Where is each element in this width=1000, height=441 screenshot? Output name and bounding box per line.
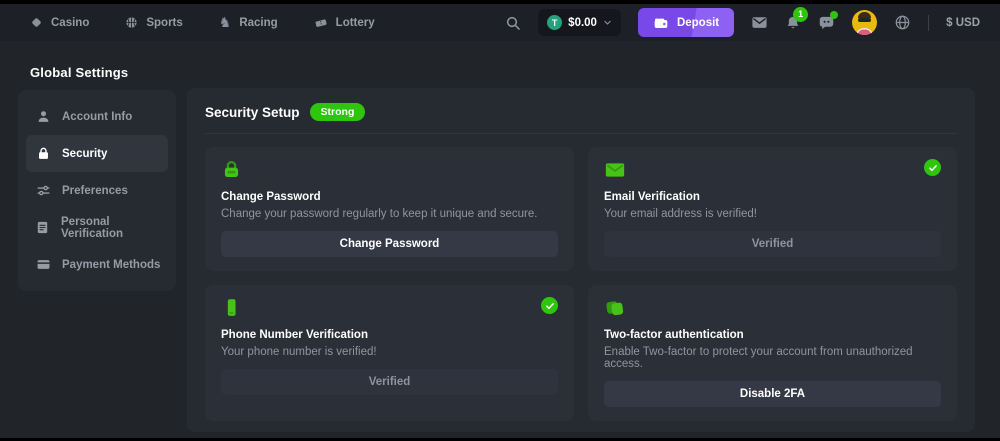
email-verification-card: Email Verification Your email address is…: [588, 147, 957, 271]
chevron-down-icon: [603, 18, 612, 27]
credit-card-icon: [35, 257, 51, 272]
nav-link-label: Lottery: [336, 17, 375, 29]
verified-check-icon: [541, 297, 558, 314]
ticket-icon: [314, 16, 328, 30]
card-description: Change your password regularly to keep i…: [221, 208, 558, 220]
balance-selector[interactable]: T $0.00: [538, 9, 621, 36]
card-description: Your email address is verified!: [604, 208, 941, 220]
card-top: [221, 297, 558, 319]
nav-link-label: Racing: [239, 17, 277, 29]
panel-title: Security Setup: [205, 105, 300, 120]
card-top: [221, 159, 558, 181]
nav-link-label: Sports: [146, 17, 182, 29]
phone-verified-button[interactable]: Verified: [221, 369, 558, 395]
top-nav: Casino Sports ♞ Racing Lottery: [0, 4, 1000, 41]
nav-right: T $0.00 Deposit 1: [505, 8, 980, 37]
security-cards-grid: Change Password Change your password reg…: [205, 147, 957, 421]
sidebar-item-preferences[interactable]: Preferences: [26, 172, 168, 209]
change-password-button[interactable]: Change Password: [221, 231, 558, 257]
nav-link-sports[interactable]: Sports: [125, 16, 182, 29]
sidebar-item-account-info[interactable]: Account Info: [26, 98, 168, 135]
content-area: Global Settings Account Info Security: [0, 41, 1000, 441]
chat-icon[interactable]: [818, 14, 835, 31]
primary-nav: Casino Sports ♞ Racing Lottery: [30, 16, 375, 30]
nav-link-lottery[interactable]: Lottery: [314, 16, 375, 30]
document-icon: [35, 220, 50, 235]
card-title: Two-factor authentication: [604, 329, 941, 341]
screen: Casino Sports ♞ Racing Lottery: [0, 0, 1000, 441]
mail-icon[interactable]: [751, 14, 768, 31]
search-icon[interactable]: [505, 15, 521, 31]
settings-sidebar: Global Settings Account Info Security: [18, 41, 176, 441]
nav-link-casino[interactable]: Casino: [30, 16, 89, 29]
card-description: Enable Two-factor to protect your accoun…: [604, 346, 941, 370]
two-factor-card: Two-factor authentication Enable Two-fac…: [588, 285, 957, 421]
deposit-label: Deposit: [677, 17, 719, 29]
user-avatar[interactable]: [852, 10, 877, 35]
nav-link-label: Casino: [51, 17, 89, 29]
header-divider: [205, 133, 957, 134]
card-top: [604, 159, 941, 181]
card-title: Change Password: [221, 191, 558, 203]
sidebar-item-label: Account Info: [62, 111, 132, 123]
wallet-icon: [653, 15, 669, 31]
sidebar-item-label: Preferences: [62, 185, 128, 197]
currency-selector[interactable]: $ USD: [946, 17, 980, 29]
sidebar-item-personal-verification[interactable]: Personal Verification: [26, 209, 168, 246]
sidebar-item-payment-methods[interactable]: Payment Methods: [26, 246, 168, 283]
horse-icon: ♞: [219, 16, 232, 30]
casino-icon: [30, 16, 43, 29]
disable-2fa-button[interactable]: Disable 2FA: [604, 381, 941, 407]
verified-check-icon: [924, 159, 941, 176]
notifications-bell-icon[interactable]: 1: [785, 15, 801, 31]
nav-link-racing[interactable]: ♞ Racing: [219, 16, 278, 30]
card-top: [604, 297, 941, 319]
security-setup-panel: Security Setup Strong Change Password Ch…: [187, 88, 975, 432]
globe-language-icon[interactable]: [894, 14, 911, 31]
sidebar-item-security[interactable]: Security: [26, 135, 168, 172]
email-verified-button[interactable]: Verified: [604, 231, 941, 257]
sidebar-panel: Account Info Security Preferences: [18, 90, 176, 291]
sidebar-item-label: Payment Methods: [62, 259, 160, 271]
person-icon: [35, 109, 51, 124]
basketball-icon: [125, 16, 138, 29]
page-title: Global Settings: [30, 65, 176, 80]
balance-amount: $0.00: [568, 17, 597, 29]
strength-badge: Strong: [310, 103, 366, 121]
sliders-icon: [35, 183, 51, 198]
tether-coin-icon: T: [547, 15, 562, 30]
nav-divider: [928, 15, 929, 31]
sidebar-item-label: Personal Verification: [61, 216, 162, 240]
sidebar-item-label: Security: [62, 148, 107, 160]
avatar-glasses: [858, 18, 871, 22]
avatar-body: [856, 28, 873, 35]
lock-icon: [35, 146, 51, 161]
card-description: Your phone number is verified!: [221, 346, 558, 358]
green-envelope-icon: [604, 159, 626, 181]
card-title: Email Verification: [604, 191, 941, 203]
card-title: Phone Number Verification: [221, 329, 558, 341]
phone-verification-card: Phone Number Verification Your phone num…: [205, 285, 574, 421]
top-edge: [0, 0, 1000, 4]
notification-badge: 1: [793, 7, 808, 22]
deposit-button[interactable]: Deposit: [638, 8, 734, 37]
green-padlock-icon: [221, 159, 242, 180]
chat-status-dot: [830, 11, 838, 19]
change-password-card: Change Password Change your password reg…: [205, 147, 574, 271]
green-phone-icon: [221, 297, 242, 318]
panel-header: Security Setup Strong: [205, 103, 957, 121]
green-shield-2fa-icon: [604, 297, 626, 319]
